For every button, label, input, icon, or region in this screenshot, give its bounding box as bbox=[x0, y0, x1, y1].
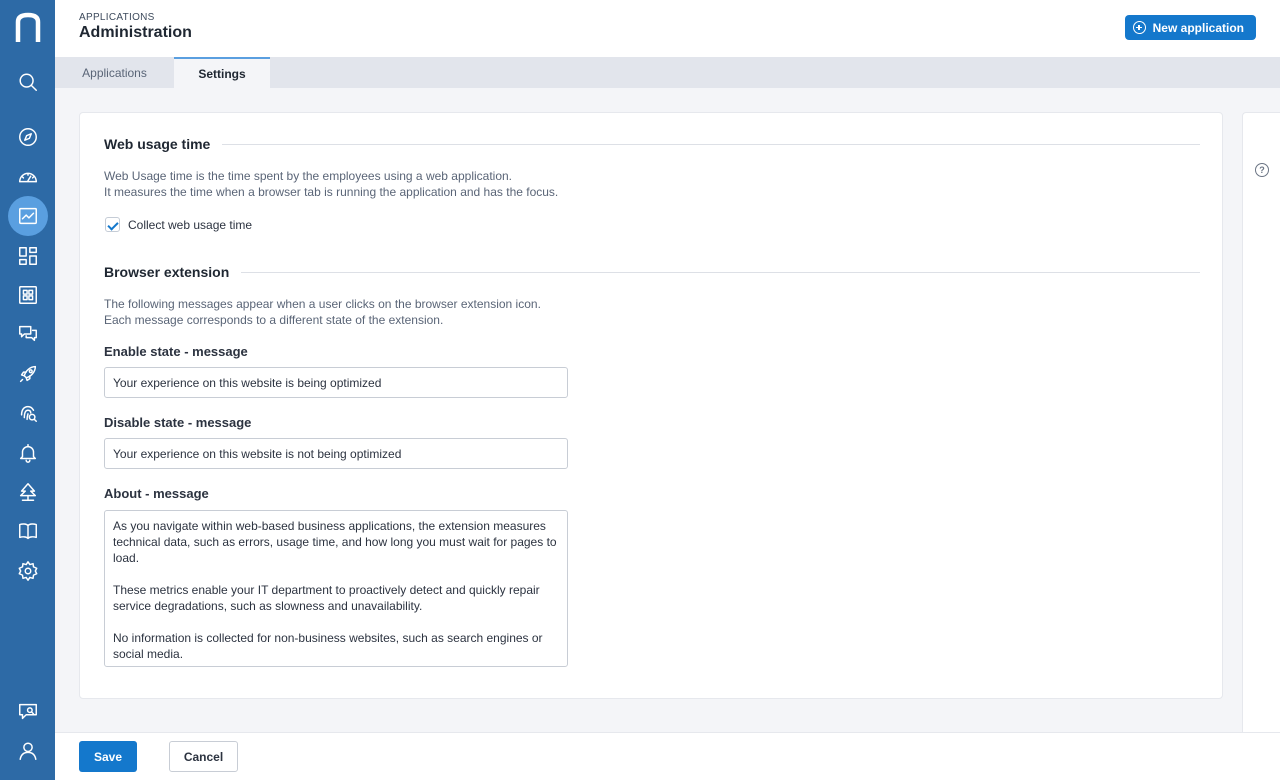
breadcrumb: APPLICATIONS bbox=[79, 12, 155, 23]
plus-circle-icon bbox=[1132, 21, 1146, 34]
compass-icon[interactable] bbox=[10, 119, 46, 155]
page-header: APPLICATIONS Administration New applicat… bbox=[55, 0, 1280, 57]
divider bbox=[222, 143, 1200, 145]
tab-bar: Applications Settings bbox=[55, 57, 1280, 88]
dashboard-icon[interactable] bbox=[10, 238, 46, 274]
cancel-button[interactable]: Cancel bbox=[169, 741, 238, 772]
disable-message-input[interactable] bbox=[104, 438, 568, 469]
web-usage-desc-line1: Web Usage time is the time spent by the … bbox=[104, 169, 512, 183]
about-message-label: About - message bbox=[104, 486, 209, 501]
tab-applications[interactable]: Applications bbox=[55, 57, 174, 88]
logo[interactable] bbox=[14, 12, 42, 42]
web-usage-desc-line2: It measures the time when a browser tab … bbox=[104, 185, 559, 199]
page-title: Administration bbox=[79, 24, 192, 41]
search-icon[interactable] bbox=[10, 64, 46, 100]
form-footer: Save Cancel bbox=[55, 732, 1280, 780]
gear-icon[interactable] bbox=[10, 553, 46, 589]
browser-extension-description: The following messages appear when a use… bbox=[104, 296, 541, 328]
chat-icon[interactable] bbox=[10, 316, 46, 352]
new-application-button[interactable]: New application bbox=[1124, 15, 1256, 40]
feedback-search-icon[interactable] bbox=[10, 694, 46, 730]
user-icon[interactable] bbox=[10, 733, 46, 769]
collect-web-usage-row[interactable]: Collect web usage time bbox=[105, 217, 252, 232]
browser-extension-desc-line1: The following messages appear when a use… bbox=[104, 297, 541, 311]
collect-web-usage-checkbox[interactable] bbox=[105, 217, 120, 232]
browser-extension-desc-line2: Each message corresponds to a different … bbox=[104, 313, 444, 327]
new-application-label: New application bbox=[1152, 20, 1244, 35]
browser-extension-title-text: Browser extension bbox=[104, 264, 230, 280]
rocket-icon[interactable] bbox=[10, 356, 46, 392]
web-usage-description: Web Usage time is the time spent by the … bbox=[104, 168, 558, 200]
web-usage-section-title: Web usage time bbox=[104, 136, 1200, 152]
divider bbox=[241, 271, 1200, 273]
disable-message-label: Disable state - message bbox=[104, 415, 252, 430]
settings-card: Web usage time Web Usage time is the tim… bbox=[79, 112, 1223, 699]
side-panel: ? bbox=[1242, 112, 1280, 732]
tree-icon[interactable] bbox=[10, 474, 46, 510]
bell-icon[interactable] bbox=[10, 435, 46, 471]
enable-message-label: Enable state - message bbox=[104, 344, 248, 359]
collect-web-usage-label: Collect web usage time bbox=[128, 217, 253, 232]
enable-message-input[interactable] bbox=[104, 367, 568, 398]
book-icon[interactable] bbox=[10, 513, 46, 549]
web-usage-title-text: Web usage time bbox=[104, 136, 211, 152]
save-button[interactable]: Save bbox=[79, 741, 137, 772]
about-message-textarea[interactable]: As you navigate within web-based busines… bbox=[104, 510, 568, 667]
fingerprint-search-icon[interactable] bbox=[10, 395, 46, 431]
tab-settings[interactable]: Settings bbox=[174, 57, 270, 88]
sidebar bbox=[0, 0, 55, 780]
browser-extension-section-title: Browser extension bbox=[104, 264, 1200, 280]
help-icon[interactable]: ? bbox=[1255, 163, 1269, 177]
analytics-icon[interactable] bbox=[8, 196, 48, 236]
apps-grid-icon[interactable] bbox=[10, 277, 46, 313]
gauge-icon[interactable] bbox=[10, 159, 46, 195]
